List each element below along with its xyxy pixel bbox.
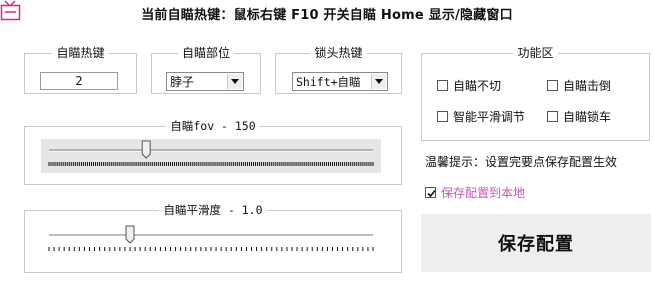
aim-part-value: 脖子 (170, 75, 195, 89)
fov-slider[interactable] (41, 139, 381, 173)
aim-part-select[interactable]: 脖子 (166, 72, 244, 91)
feature-label: 自瞄锁车 (563, 110, 612, 124)
features-group-label: 功能区 (517, 46, 554, 60)
checkbox[interactable] (437, 111, 448, 122)
save-local-checkbox[interactable]: 保存配置到本地 (425, 184, 525, 201)
feature-label: 自瞄不切 (453, 79, 502, 93)
feature-aim-lock-vehicle[interactable]: 自瞄锁车 (547, 108, 611, 125)
lock-hotkey-select[interactable]: Shift+自瞄 (292, 72, 388, 91)
smooth-label: 自瞄平滑度 - 1.0 (163, 203, 263, 217)
chevron-down-icon[interactable] (371, 74, 386, 89)
feature-label: 智能平滑调节 (453, 110, 526, 124)
smooth-slider[interactable] (41, 223, 381, 257)
smooth-slider-thumb[interactable] (125, 225, 135, 244)
lock-hotkey-group-label: 锁头热键 (314, 46, 363, 60)
checkbox[interactable] (547, 80, 558, 91)
feature-smart-smoothing[interactable]: 智能平滑调节 (437, 108, 525, 125)
save-local-label: 保存配置到本地 (441, 186, 526, 200)
feature-aim-knockdown[interactable]: 自瞄击倒 (547, 77, 611, 94)
save-config-button[interactable]: 保存配置 (421, 214, 651, 272)
hotkey-input[interactable]: 2 (40, 72, 118, 90)
checkbox[interactable] (425, 187, 436, 198)
hotkey-group-label: 自瞄热键 (56, 46, 105, 60)
checkbox[interactable] (547, 111, 558, 122)
chevron-down-icon[interactable] (227, 74, 242, 89)
lock-hotkey-value: Shift+自瞄 (296, 75, 361, 89)
checkbox[interactable] (437, 80, 448, 91)
fov-slider-thumb[interactable] (141, 140, 151, 159)
hotkey-hint: 当前自瞄热键：鼠标右键 F10 开关自瞄 Home 显示/隐藏窗口 (141, 8, 513, 23)
tip-text: 温馨提示：设置完要点保存配置生效 (425, 155, 618, 169)
feature-label: 自瞄击倒 (563, 79, 612, 93)
fov-label: 自瞄fov - 150 (170, 119, 256, 133)
aim-part-group-label: 自瞄部位 (181, 46, 230, 60)
feature-aim-no-switch[interactable]: 自瞄不切 (437, 77, 501, 94)
